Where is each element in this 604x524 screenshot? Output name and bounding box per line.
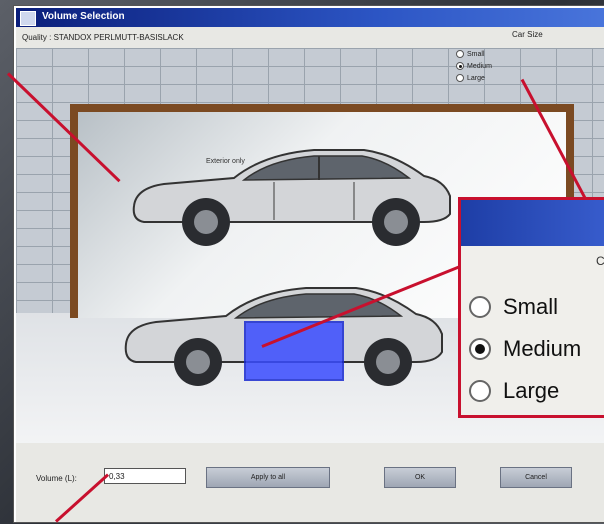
- radio-small-label: Small: [467, 50, 485, 58]
- window-icon: [20, 11, 36, 26]
- radio-medium[interactable]: Medium: [456, 62, 492, 70]
- zoom-radio-small[interactable]: Small: [469, 294, 558, 320]
- cancel-button[interactable]: Cancel: [500, 467, 572, 488]
- window-title: Volume Selection: [42, 11, 125, 22]
- zoom-group-label: C: [596, 254, 604, 268]
- radio-small-dot[interactable]: [456, 50, 464, 58]
- radio-large[interactable]: Large: [456, 74, 485, 82]
- title-bar: Volume Selection: [16, 8, 604, 27]
- apply-to-all-button[interactable]: Apply to all: [206, 467, 330, 488]
- zoom-callout: C Small Medium Large: [458, 197, 604, 418]
- radio-small[interactable]: Small: [456, 50, 485, 58]
- zoom-radio-medium-label: Medium: [503, 336, 582, 361]
- bottom-bar: Volume (L): 0,33 Apply to all OK Cancel: [16, 448, 604, 522]
- zoom-radio-small-label: Small: [503, 294, 559, 319]
- zoom-radio-small-dot[interactable]: [469, 296, 491, 318]
- zoom-title-bar: [461, 200, 604, 246]
- selected-door-highlight[interactable]: [244, 321, 344, 381]
- volume-input[interactable]: 0,33: [104, 468, 186, 484]
- quality-label: Quality : STANDOX PERLMUTT-BASISLACK: [22, 33, 184, 42]
- zoom-radio-medium-dot[interactable]: [469, 338, 491, 360]
- zoom-radio-medium[interactable]: Medium: [469, 336, 581, 362]
- radio-large-label: Large: [467, 74, 485, 82]
- radio-large-dot[interactable]: [456, 74, 464, 82]
- zoom-radio-large[interactable]: Large: [469, 378, 559, 404]
- ok-button[interactable]: OK: [384, 467, 456, 488]
- car-size-title: Car Size: [512, 30, 543, 39]
- radio-medium-dot[interactable]: [456, 62, 464, 70]
- car-exterior-image[interactable]: [124, 136, 454, 246]
- volume-label: Volume (L):: [36, 474, 77, 483]
- radio-medium-label: Medium: [467, 62, 492, 70]
- zoom-radio-large-label: Large: [503, 378, 560, 403]
- car-size-group: Car Size Small Medium Large: [454, 30, 594, 110]
- zoom-radio-large-dot[interactable]: [469, 380, 491, 402]
